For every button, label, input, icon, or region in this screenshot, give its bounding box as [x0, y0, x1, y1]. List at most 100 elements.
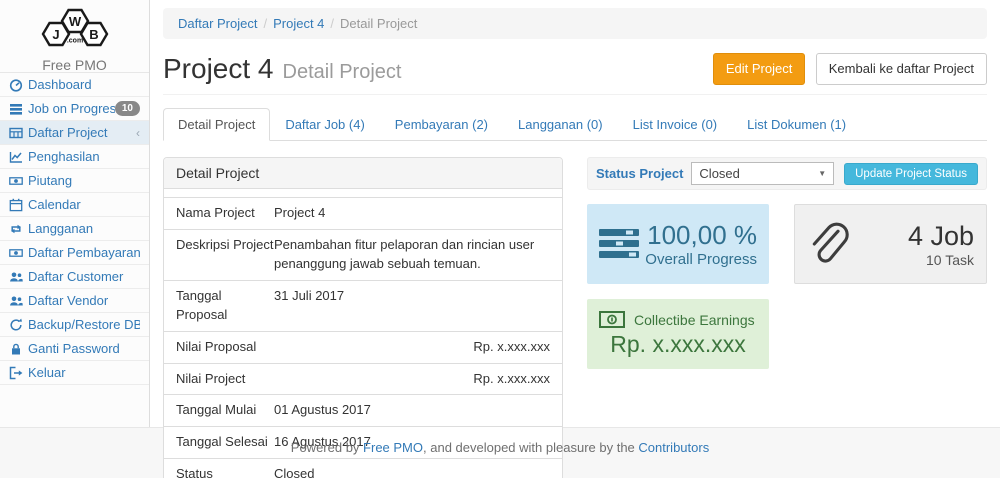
breadcrumb: Daftar Project / Project 4 / Detail Project [163, 8, 987, 39]
tab-langganan[interactable]: Langganan (0) [503, 108, 618, 141]
svg-text:B: B [89, 27, 98, 42]
sidebar-nav: Dashboard Job on Progress 10 Daftar Proj… [0, 72, 149, 385]
overall-progress-card: 100,00 % Overall Progress [587, 204, 769, 284]
retweet-icon [9, 222, 23, 236]
svg-text:J: J [52, 27, 59, 42]
sidebar-item-label: Daftar Customer [28, 269, 140, 284]
page-subtitle: Detail Project [283, 61, 402, 84]
status-select[interactable]: Closed ▼ [691, 162, 834, 185]
jwb-logo-icon: W J B .com [29, 5, 121, 51]
users-icon [9, 270, 23, 284]
breadcrumb-separator: / [330, 16, 334, 31]
free-pmo-link[interactable]: Free PMO [363, 440, 423, 455]
table-icon [9, 126, 23, 140]
status-project-bar: Status Project Closed ▼ Update Project S… [587, 157, 987, 190]
sidebar-item-label: Dashboard [28, 77, 140, 92]
breadcrumb-project-4[interactable]: Project 4 [273, 16, 324, 31]
paperclip-icon [807, 221, 849, 267]
refresh-icon [9, 318, 23, 332]
edit-project-button[interactable]: Edit Project [713, 53, 805, 85]
page-header: Project 4 Detail Project Edit Project Ke… [163, 53, 987, 95]
detail-row-nilai-project: Nilai Project Rp. x.xxx.xxx [164, 363, 562, 395]
back-to-project-list-button[interactable]: Kembali ke daftar Project [816, 53, 987, 85]
footer-text: Powered by [291, 440, 363, 455]
sidebar-item-job-on-progress[interactable]: Job on Progress 10 [0, 97, 149, 121]
money-icon [9, 174, 23, 188]
chevron-left-icon: ‹ [136, 126, 140, 140]
summary-column: Status Project Closed ▼ Update Project S… [587, 157, 987, 478]
main-content: Daftar Project / Project 4 / Detail Project … [150, 0, 1000, 427]
breadcrumb-daftar-project[interactable]: Daftar Project [178, 16, 257, 31]
detail-row-nilai-proposal: Nilai Proposal Rp. x.xxx.xxx [164, 331, 562, 363]
sidebar-item-daftar-project[interactable]: Daftar Project ‹ [0, 121, 149, 145]
sidebar-item-label: Job on Progress [28, 101, 115, 116]
tab-daftar-job[interactable]: Daftar Job (4) [270, 108, 379, 141]
tab-list-dokumen[interactable]: List Dokumen (1) [732, 108, 861, 141]
breadcrumb-current: Detail Project [340, 16, 417, 31]
sidebar-item-ganti-password[interactable]: Ganti Password [0, 337, 149, 361]
svg-text:.com: .com [66, 38, 82, 45]
money-icon [599, 311, 625, 328]
sidebar-item-dashboard[interactable]: Dashboard [0, 73, 149, 97]
sidebar-item-label: Daftar Vendor [28, 293, 140, 308]
calendar-icon [9, 198, 23, 212]
sidebar-item-keluar[interactable]: Keluar [0, 361, 149, 385]
detail-project-panel: Detail Project Nama Project Project 4 De… [163, 157, 563, 478]
progress-value: 100,00 % [641, 221, 757, 251]
brand-logo[interactable]: W J B .com Free PMO [0, 0, 149, 72]
sidebar-item-label: Keluar [28, 365, 140, 380]
sidebar-item-piutang[interactable]: Piutang [0, 169, 149, 193]
money-icon [9, 246, 23, 260]
sidebar-item-label: Backup/Restore DB [28, 317, 140, 332]
tab-list-invoice[interactable]: List Invoice (0) [618, 108, 733, 141]
panel-title: Detail Project [164, 158, 562, 189]
sidebar-item-label: Calendar [28, 197, 140, 212]
sidebar-item-daftar-vendor[interactable]: Daftar Vendor [0, 289, 149, 313]
jobs-value: 4 Job [849, 221, 974, 252]
lock-icon [9, 342, 23, 356]
sidebar-item-label: Ganti Password [28, 341, 140, 356]
tasks-icon [599, 229, 641, 259]
brand-name: Free PMO [0, 57, 149, 73]
sidebar-item-label: Daftar Pembayaran [28, 245, 140, 260]
job-count-badge: 10 [115, 101, 140, 116]
detail-row-deskripsi: Deskripsi Project Penambahan fitur pelap… [164, 229, 562, 280]
detail-row-status: Status Closed [164, 458, 562, 478]
tab-pembayaran[interactable]: Pembayaran (2) [380, 108, 503, 141]
detail-row-tanggal-mulai: Tanggal Mulai 01 Agustus 2017 [164, 394, 562, 426]
sidebar-item-daftar-pembayaran[interactable]: Daftar Pembayaran [0, 241, 149, 265]
sidebar-item-label: Piutang [28, 173, 140, 188]
status-project-label: Status Project [596, 166, 683, 181]
breadcrumb-separator: / [263, 16, 267, 31]
tasks-icon [9, 102, 23, 116]
sidebar-item-penghasilan[interactable]: Penghasilan [0, 145, 149, 169]
update-project-status-button[interactable]: Update Project Status [844, 163, 978, 185]
sidebar-item-daftar-customer[interactable]: Daftar Customer [0, 265, 149, 289]
progress-caption: Overall Progress [641, 251, 757, 268]
detail-row-tanggal-proposal: Tanggal Proposal 31 Juli 2017 [164, 280, 562, 331]
sidebar-item-backup-restore-db[interactable]: Backup/Restore DB [0, 313, 149, 337]
users-icon [9, 294, 23, 308]
header-actions: Edit Project Kembali ke daftar Project [713, 53, 987, 85]
sidebar: W J B .com Free PMO Dashboard [0, 0, 150, 427]
sidebar-item-label: Daftar Project [28, 125, 136, 140]
status-select-value: Closed [699, 166, 739, 181]
tab-bar: Detail Project Daftar Job (4) Pembayaran… [163, 108, 987, 141]
tab-detail-project[interactable]: Detail Project [163, 108, 270, 141]
sign-out-icon [9, 366, 23, 380]
jobs-card: 4 Job 10 Task [794, 204, 987, 284]
sidebar-item-label: Langganan [28, 221, 140, 236]
sidebar-item-label: Penghasilan [28, 149, 140, 164]
line-chart-icon [9, 150, 23, 164]
jobs-caption: 10 Task [849, 252, 974, 268]
sidebar-item-langganan[interactable]: Langganan [0, 217, 149, 241]
earnings-label: Collectibe Earnings [634, 312, 755, 328]
detail-row-nama-project: Nama Project Project 4 [164, 197, 562, 229]
contributors-link[interactable]: Contributors [638, 440, 709, 455]
app-window: W J B .com Free PMO Dashboard [0, 0, 1000, 427]
chevron-down-icon: ▼ [818, 169, 826, 178]
collectible-earnings-card: Collectibe Earnings Rp. x.xxx.xxx [587, 299, 769, 369]
dashboard-icon [9, 78, 23, 92]
sidebar-item-calendar[interactable]: Calendar [0, 193, 149, 217]
svg-text:W: W [68, 14, 81, 29]
